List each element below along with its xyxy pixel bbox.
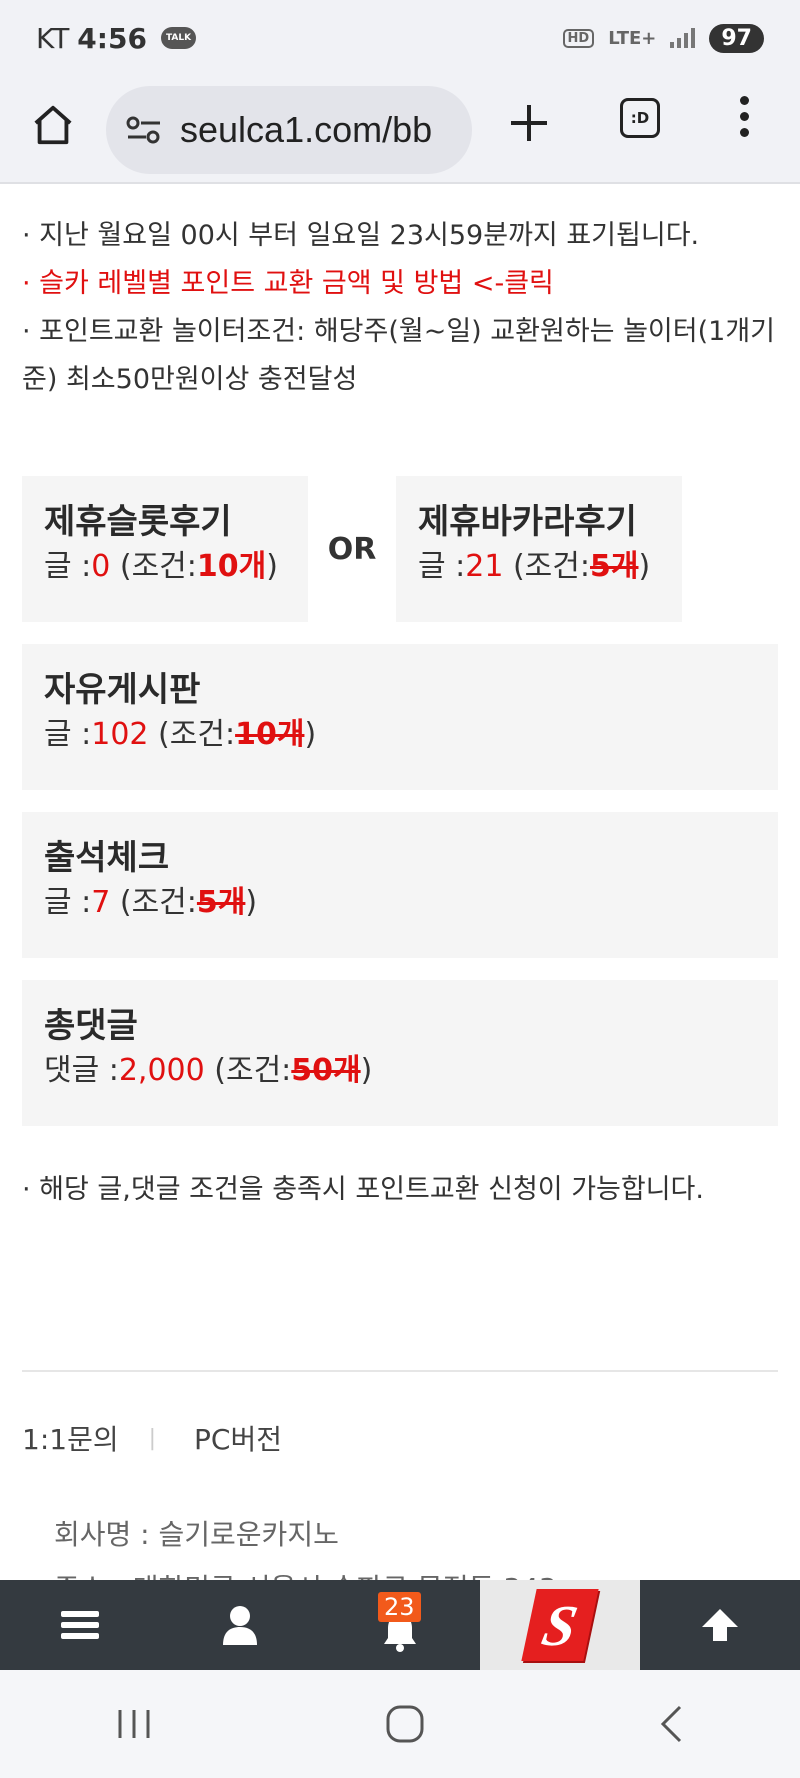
post-count: 7 [91, 885, 111, 920]
arrow-up-icon [702, 1609, 738, 1641]
condition-close: ) [638, 549, 651, 584]
board-stats: 글 :21 (조건:5개) [418, 544, 660, 590]
footer-divider [22, 1370, 778, 1372]
condition-value: 5개 [590, 549, 639, 584]
company-name: 회사명 : 슬기로운카지노 [54, 1518, 339, 1551]
board-stats: 글 :102 (조건:10개) [44, 712, 756, 758]
recent-apps-icon[interactable] [116, 1708, 152, 1740]
board-total-comments: 총댓글 댓글 :2,000 (조건:50개) [22, 980, 778, 1126]
site-logo-button[interactable]: S [480, 1580, 640, 1670]
main-content: · 지난 월요일 00시 부터 일요일 23시59분까지 표기됩니다. · 슬카… [22, 184, 778, 1210]
user-icon [223, 1606, 257, 1645]
post-prefix: 글 : [44, 549, 92, 584]
partner-review-row: 제휴슬롯후기 글 :0 (조건:10개) OR 제휴바카라후기 글 :21 (조… [22, 476, 778, 622]
home-icon[interactable] [30, 102, 76, 148]
footer-separator: | [148, 1425, 157, 1451]
status-bar: KT 4:56 TALK HD LTE+ 97 [0, 0, 800, 76]
board-stats: 글 :7 (조건:5개) [44, 880, 756, 926]
site-logo: S [521, 1589, 599, 1661]
board-free: 자유게시판 글 :102 (조건:10개) [22, 644, 778, 790]
notification-count-badge: 23 [378, 1592, 421, 1622]
site-settings-icon[interactable] [126, 114, 162, 146]
battery-icon: 97 [709, 23, 764, 53]
condition-open: (조건: [503, 549, 590, 584]
condition-close: ) [245, 885, 258, 920]
board-title: 출석체크 [44, 838, 170, 878]
inquiry-link[interactable]: 1:1문의 [22, 1418, 119, 1458]
url-text[interactable]: seulca1.com/bb [180, 109, 432, 151]
hamburger-icon [61, 1606, 99, 1644]
condition-close: ) [360, 1053, 373, 1088]
bottom-app-bar: 23 S [0, 1580, 800, 1670]
board-stats: 글 :0 (조건:10개) [44, 544, 286, 590]
condition-open: (조건: [110, 549, 197, 584]
board-stats: 댓글 :2,000 (조건:50개) [44, 1048, 756, 1094]
board-baccarat-review: 제휴바카라후기 글 :21 (조건:5개) [396, 476, 682, 622]
comment-count: 2,000 [118, 1053, 205, 1088]
condition-value: 5개 [196, 885, 246, 920]
post-prefix: 글 : [44, 885, 92, 920]
point-exchange-link[interactable]: · 슬카 레벨별 포인트 교환 금액 및 방법 <-클릭 [22, 260, 778, 308]
new-tab-icon[interactable] [506, 100, 552, 146]
address-bar[interactable]: seulca1.com/bb [106, 86, 472, 174]
board-title: 제휴바카라후기 [418, 502, 637, 542]
comment-prefix: 댓글 : [44, 1053, 119, 1088]
status-right: HD LTE+ 97 [562, 23, 764, 53]
scroll-top-button[interactable] [640, 1580, 800, 1670]
menu-button[interactable] [0, 1580, 160, 1670]
condition-value: 10개 [235, 717, 305, 752]
browser-toolbar: seulca1.com/bb :D [0, 76, 800, 184]
board-attendance: 출석체크 글 :7 (조건:5개) [22, 812, 778, 958]
carrier-label: KT [36, 21, 70, 55]
clock: 4:56 [77, 21, 147, 55]
pc-version-link[interactable]: PC버전 [194, 1418, 282, 1458]
notification-button[interactable]: 23 [320, 1580, 480, 1670]
condition-close: ) [266, 549, 278, 584]
home-nav-icon[interactable] [385, 1704, 425, 1744]
board-title: 총댓글 [44, 1006, 138, 1046]
board-title: 제휴슬롯후기 [44, 502, 232, 542]
info-condition: · 포인트교환 놀이터조건: 해당주(월~일) 교환원하는 놀이터(1개기준) … [22, 316, 775, 395]
back-icon[interactable] [658, 1704, 684, 1744]
post-count: 21 [465, 549, 504, 584]
board-title: 자유게시판 [44, 670, 201, 710]
post-prefix: 글 : [418, 549, 466, 584]
condition-close: ) [304, 717, 317, 752]
more-menu-icon[interactable] [738, 96, 750, 146]
tab-switcher-button[interactable]: :D [620, 98, 660, 138]
condition-value: 10개 [196, 549, 267, 584]
condition-open: (조건: [110, 885, 197, 920]
post-prefix: 글 : [44, 717, 92, 752]
system-nav-bar [0, 1670, 800, 1778]
footer-links: 1:1문의 | PC버전 [22, 1418, 282, 1458]
exchange-eligibility-note: · 해당 글,댓글 조건을 충족시 포인트교환 신청이 가능합니다. [22, 1174, 704, 1205]
status-left: KT 4:56 TALK [36, 21, 197, 55]
condition-open: (조건: [204, 1053, 292, 1088]
lte-icon: LTE+ [608, 27, 657, 49]
post-count: 0 [91, 549, 111, 584]
condition-value: 50개 [291, 1053, 361, 1088]
board-slot-review: 제휴슬롯후기 글 :0 (조건:10개) [22, 476, 308, 622]
kakaotalk-icon: TALK [160, 27, 197, 49]
info-period: · 지난 월요일 00시 부터 일요일 23시59분까지 표기됩니다. [22, 220, 700, 251]
signal-icon [670, 28, 696, 48]
my-page-button[interactable] [160, 1580, 320, 1670]
post-count: 102 [91, 717, 149, 752]
condition-open: (조건: [148, 717, 236, 752]
hd-voice-icon: HD [562, 28, 595, 48]
or-label: OR [327, 531, 377, 567]
